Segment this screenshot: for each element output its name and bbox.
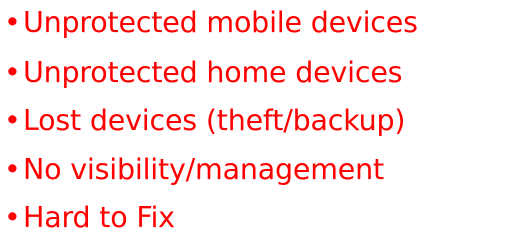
bullet-dot: • bbox=[4, 104, 21, 137]
bullet-dot: • bbox=[4, 153, 21, 186]
bullet-dot: • bbox=[4, 56, 21, 89]
bullet-item-no-visibility-management: •No visibility/management bbox=[4, 148, 384, 192]
bullet-text: No visibility/management bbox=[23, 153, 384, 186]
bullet-item-unprotected-home-devices: •Unprotected home devices bbox=[4, 51, 402, 95]
bullet-dot: • bbox=[4, 6, 21, 39]
slide: •Unprotected mobile devices •Unprotected… bbox=[0, 0, 519, 242]
bullet-text: Hard to Fix bbox=[23, 201, 175, 234]
bullet-text: Lost devices (theft/backup) bbox=[23, 104, 406, 137]
bullet-dot: • bbox=[4, 201, 21, 234]
bullet-item-lost-devices: •Lost devices (theft/backup) bbox=[4, 99, 406, 143]
bullet-text: Unprotected mobile devices bbox=[23, 6, 418, 39]
bullet-item-hard-to-fix: •Hard to Fix bbox=[4, 196, 175, 240]
bullet-text: Unprotected home devices bbox=[23, 56, 403, 89]
bullet-item-unprotected-mobile-devices: •Unprotected mobile devices bbox=[4, 1, 418, 45]
